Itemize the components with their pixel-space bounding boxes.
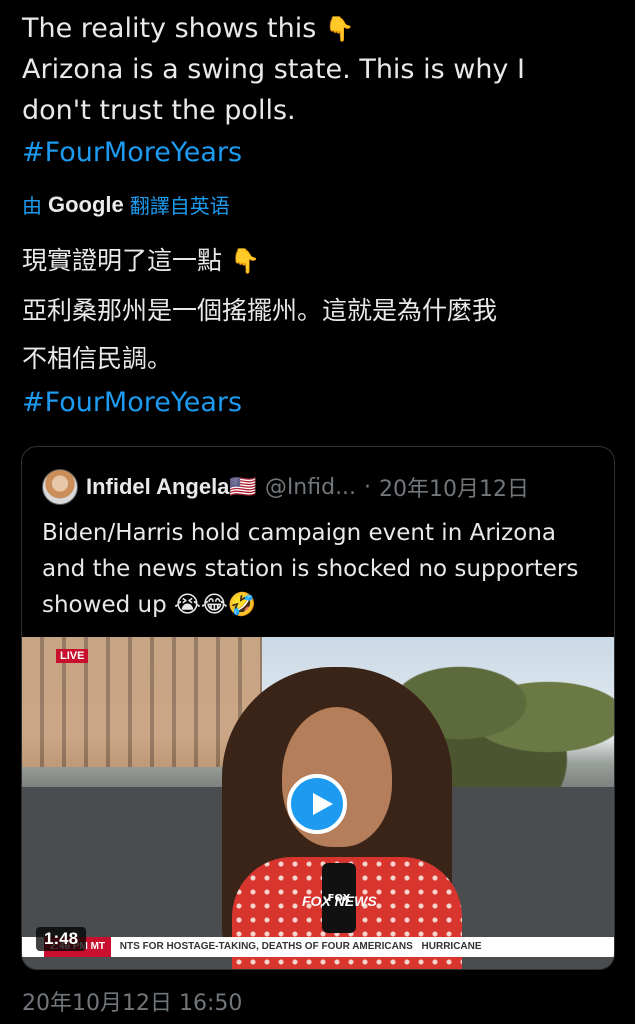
author-name[interactable]: Infidel Angela🇺🇸 xyxy=(86,474,257,500)
translated-hashtag-link[interactable]: #FourMoreYears xyxy=(22,382,242,423)
translation-attribution: 由 Google 翻譯自英语 xyxy=(22,190,230,219)
translated-line-1: 現實證明了這一點 👇 xyxy=(22,240,260,282)
pointing-down-emoji: 👇 xyxy=(229,247,260,275)
play-icon[interactable] xyxy=(287,774,347,834)
separator: · xyxy=(364,474,372,500)
quoted-tweet-date[interactable]: 20年10月12日 xyxy=(379,471,529,503)
quoted-tweet-text: Biden/Harris hold campaign event in Ariz… xyxy=(42,520,579,618)
ticker-headline: NTS FOR HOSTAGE-TAKING, DEATHS OF FOUR A… xyxy=(119,941,413,952)
post-text-line-2: Arizona is a swing state. This is why I xyxy=(22,54,525,85)
google-logo: Google xyxy=(48,191,124,217)
translated-line-3: 不相信民調。 xyxy=(22,344,173,373)
translation-prefix: 由 xyxy=(22,194,42,218)
network-logo: FOX NEWS xyxy=(302,893,377,909)
post-text-line-3: don't trust the polls. xyxy=(22,95,296,126)
pointing-down-emoji: 👇 xyxy=(324,15,355,43)
video-player[interactable]: LIVE FOX FOX NEWS 2:46 PM MT NTS FOR HOS… xyxy=(22,637,614,969)
quoted-tweet-card[interactable]: Infidel Angela🇺🇸 @Infid... · 20年10月12日 B… xyxy=(21,446,615,970)
translation-source-link[interactable]: 翻譯自英语 xyxy=(130,190,230,219)
live-badge: LIVE xyxy=(56,649,89,663)
news-ticker: 2:46 PM MT NTS FOR HOSTAGE-TAKING, DEATH… xyxy=(22,937,614,957)
video-duration: 1:48 xyxy=(36,927,87,951)
post-text-line-1: The reality shows this 👇 xyxy=(22,8,355,50)
author-handle[interactable]: @Infid... xyxy=(265,475,356,500)
hashtag-link[interactable]: #FourMoreYears xyxy=(22,132,242,173)
translated-line-2: 亞利桑那州是一個搖擺州。這就是為什麼我 xyxy=(22,296,498,325)
quoted-tweet-header: Infidel Angela🇺🇸 @Infid... · 20年10月12日 xyxy=(42,469,529,505)
avatar[interactable] xyxy=(42,469,78,505)
post-text: The reality shows this xyxy=(22,13,317,44)
ticker-extra: HURRICANE xyxy=(421,941,482,952)
post-timestamp[interactable]: 20年10月12日 16:50 xyxy=(22,985,242,1017)
translated-text: 現實證明了這一點 xyxy=(22,246,223,275)
